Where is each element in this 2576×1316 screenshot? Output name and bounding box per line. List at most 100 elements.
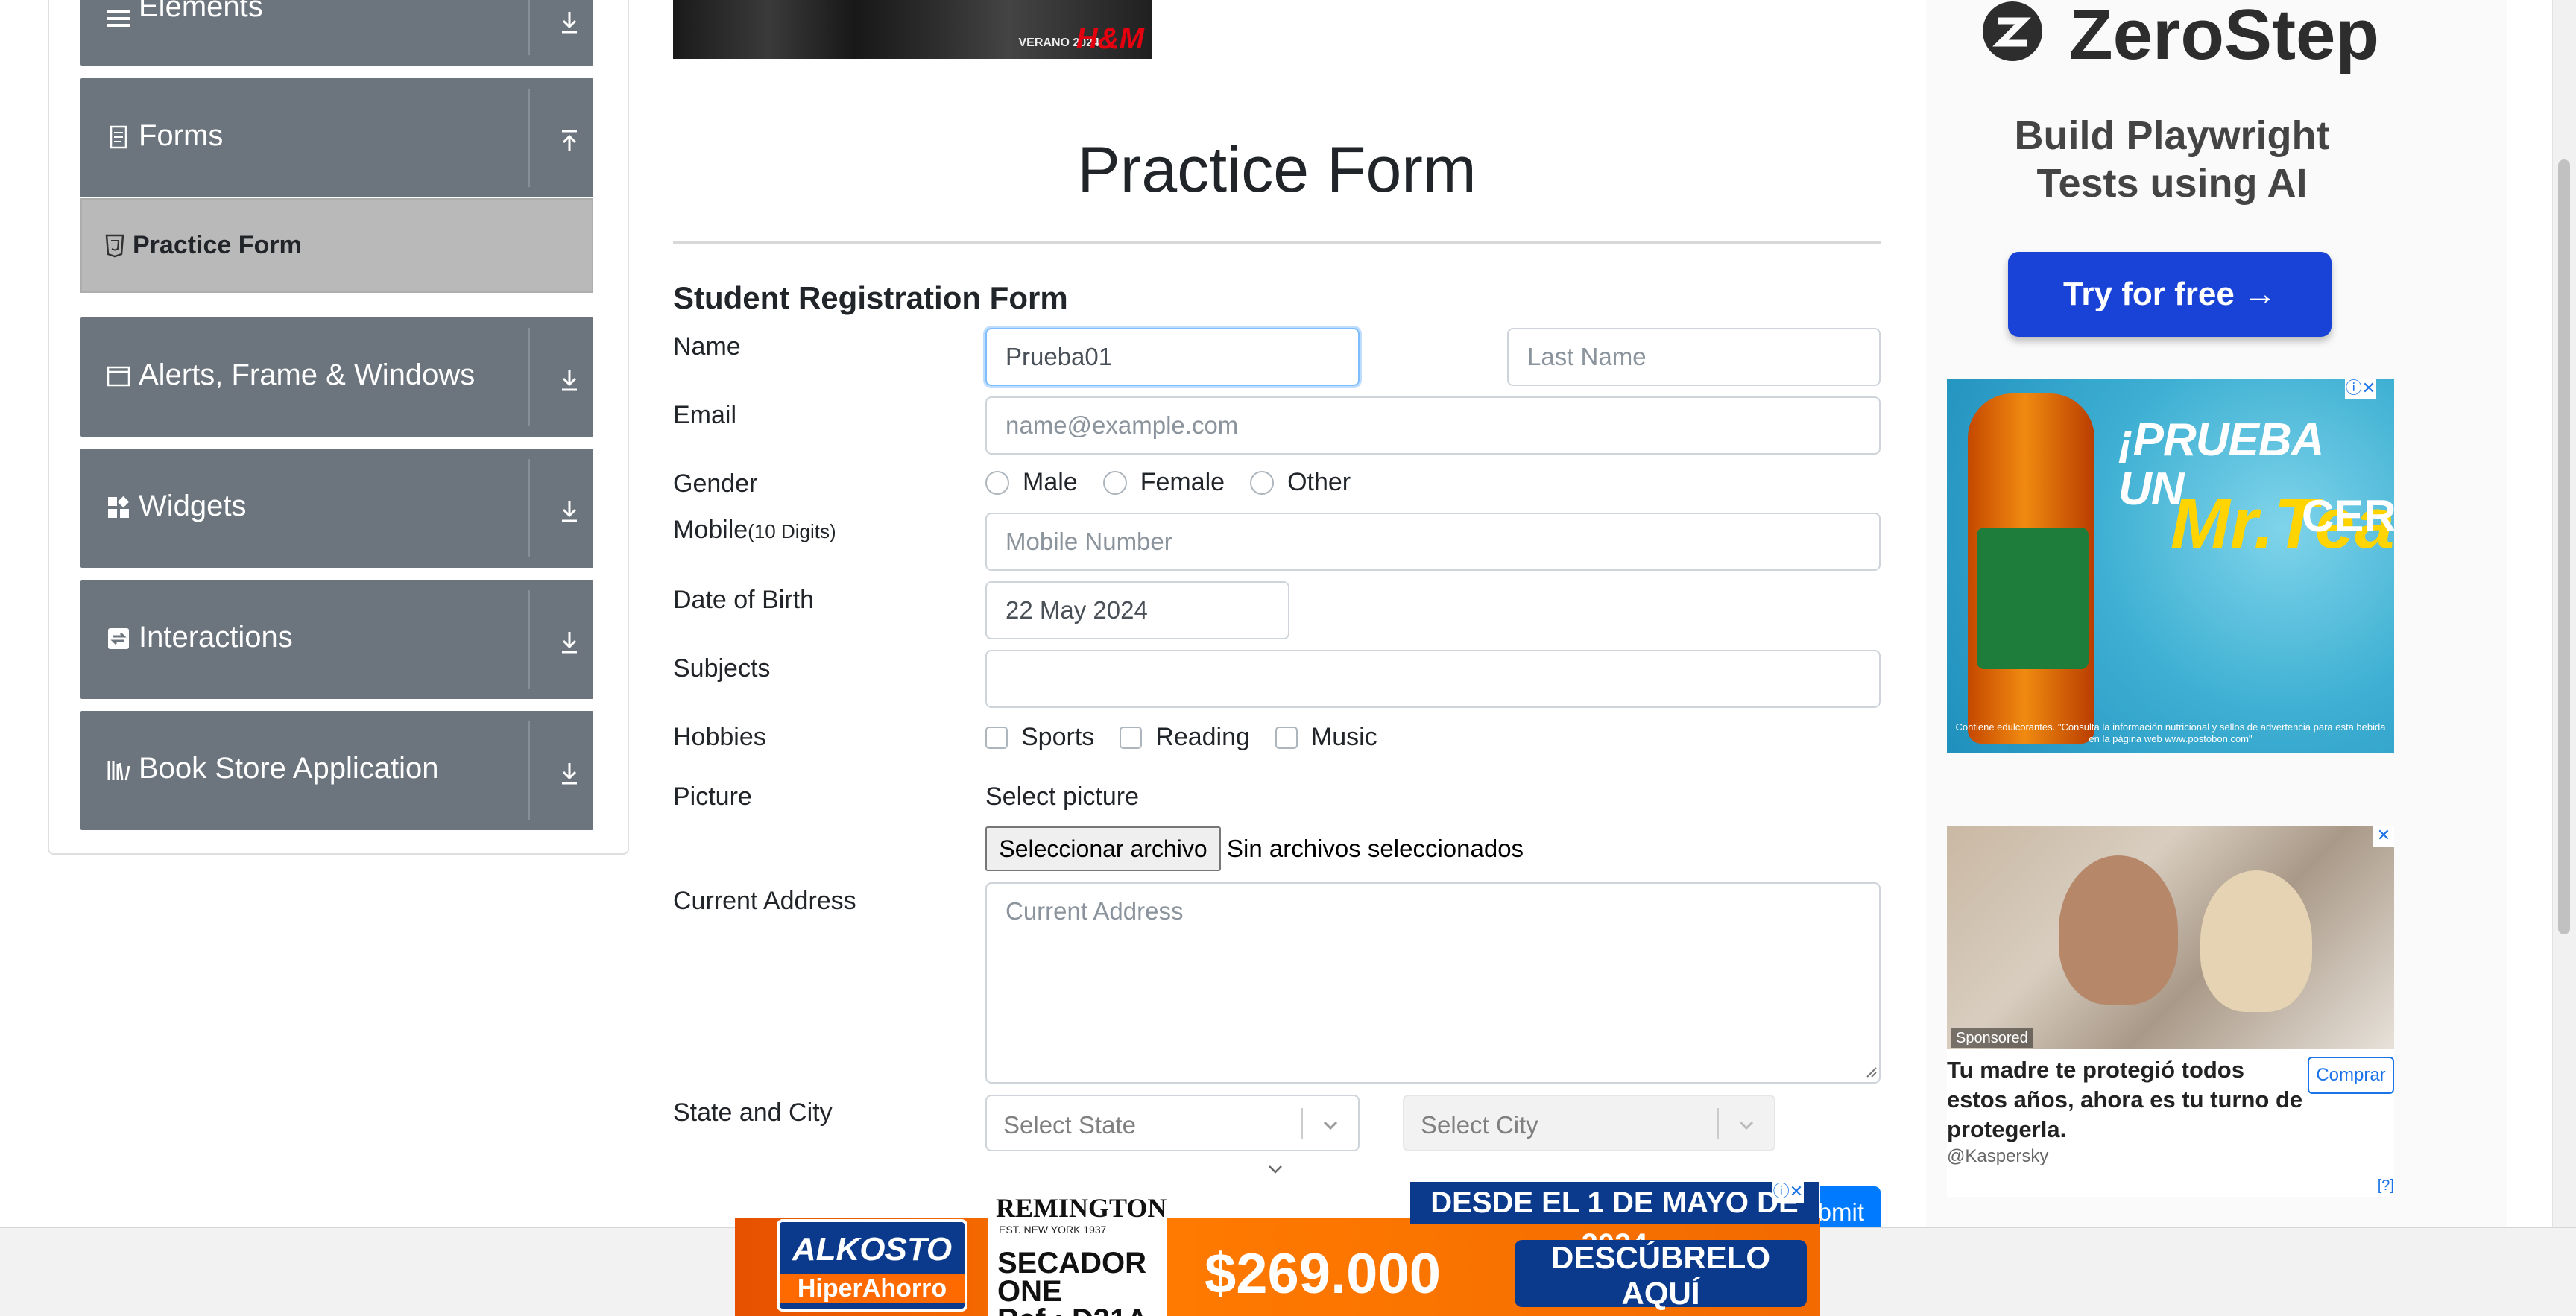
gender-radio-male[interactable]: Male [985, 468, 1078, 497]
sidebar-group-label: Book Store Application [139, 752, 439, 785]
library-icon [107, 761, 130, 781]
comprar-button[interactable]: Comprar [2308, 1057, 2394, 1094]
hobby-checkbox-sports[interactable]: Sports [985, 723, 1094, 752]
email-label: Email [673, 401, 737, 429]
mr-tea-ad[interactable]: ¡PRUEBA UN Mr.Tea CERO Contiene edulcora… [1947, 379, 2394, 753]
checkbox-label: Music [1310, 723, 1377, 751]
banner-logo: H&M [1076, 22, 1144, 55]
current-address-textarea[interactable] [985, 882, 1881, 1084]
ad-choices-icon[interactable]: ⓘ✕ [1772, 1182, 1804, 1203]
zerostep-logo-icon [1983, 1, 2042, 61]
sidebar-group-elements[interactable]: Elements [80, 0, 593, 66]
descubrelo-button[interactable]: DESCÚBRELO AQUÍ [1515, 1240, 1807, 1311]
subjects-input[interactable] [985, 650, 1881, 708]
zerostep-tagline: Build Playwright Tests using AI [1948, 112, 2396, 207]
mobile-label-text: Mobile [673, 516, 748, 544]
document-icon [110, 125, 127, 149]
product-maker-sub: EST. NEW YORK 1937 [999, 1224, 1107, 1236]
city-select[interactable]: Select City [1403, 1095, 1775, 1151]
state-select[interactable]: Select State [985, 1095, 1360, 1151]
chevron-down-icon[interactable] [1319, 1114, 1342, 1136]
checkbox-box[interactable] [985, 726, 1008, 749]
product-price: $269.000 [1205, 1242, 1441, 1306]
file-status-text: Sin archivos seleccionados [1227, 835, 1524, 862]
hobbies-label: Hobbies [673, 723, 766, 751]
kaspersky-ad-headline: Tu madre te protegió todos estos años, a… [1947, 1057, 2303, 1142]
collapse-arrow-icon[interactable] [555, 126, 584, 156]
select-separator [1717, 1108, 1719, 1139]
html5-icon [105, 234, 124, 258]
radio-circle[interactable] [1102, 470, 1127, 495]
product-name-line2: Ref.: D31A [997, 1305, 1167, 1316]
radio-label: Male [1023, 468, 1078, 496]
gender-radio-female[interactable]: Female [1102, 468, 1225, 497]
ad-info-link[interactable]: [?] [2378, 1177, 2394, 1195]
chevron-down-icon[interactable] [1735, 1114, 1758, 1136]
sidebar-group-label: Widgets [139, 490, 247, 522]
state-city-label: State and City [673, 1098, 833, 1127]
name-label: Name [673, 332, 741, 361]
group-divider [528, 328, 530, 426]
hobbies-checkbox-group: Sports Reading Music [985, 723, 1403, 752]
resize-grip-icon[interactable] [1863, 1064, 1877, 1078]
state-select-placeholder: Select State [1003, 1111, 1136, 1139]
scrollbar-thumb[interactable] [2558, 159, 2570, 934]
sidebar-item-practice-form[interactable]: Practice Form [80, 198, 593, 293]
ad-choices-icon[interactable]: ⓘ✕ [2345, 379, 2376, 399]
gender-label: Gender [673, 469, 758, 498]
radio-circle[interactable] [1250, 470, 1275, 495]
sidebar-group-label: Forms [139, 119, 224, 152]
product-name-line1: SECADOR ONE [997, 1247, 1147, 1308]
choose-file-button[interactable]: Seleccionar archivo [985, 826, 1221, 871]
try-for-free-button[interactable]: Try for free → [2008, 252, 2332, 337]
sidebar-group-forms[interactable]: Forms [80, 78, 593, 197]
subjects-label: Subjects [673, 654, 771, 683]
last-name-input[interactable] [1507, 328, 1881, 386]
sidebar-group-book-store-application[interactable]: Book Store Application [80, 711, 593, 830]
tea-ad-brand-sub: CERO [2302, 491, 2394, 541]
promo-date-banner: DESDE EL 1 DE MAYO DE 2024 [1410, 1182, 1819, 1261]
sidebar-group-interactions[interactable]: Interactions [80, 580, 593, 699]
top-banner-ad[interactable]: VERANO 2024 H&M [673, 0, 1152, 59]
current-address-label: Current Address [673, 887, 856, 915]
picture-label: Picture [673, 782, 752, 811]
mobile-number-input[interactable] [985, 513, 1881, 571]
email-input[interactable] [985, 396, 1881, 455]
sidebar-group-alerts-frame-windows[interactable]: Alerts, Frame & Windows [80, 317, 593, 437]
kaspersky-ad[interactable]: Sponsored Tu madre te protegió todos est… [1947, 826, 2394, 1197]
date-of-birth-input[interactable] [985, 581, 1289, 639]
gender-radio-other[interactable]: Other [1250, 468, 1351, 497]
checkbox-label: Sports [1021, 723, 1095, 751]
hobby-checkbox-reading[interactable]: Reading [1120, 723, 1250, 752]
chevron-down-icon [1269, 1165, 1282, 1174]
radio-label: Female [1140, 468, 1225, 496]
alkosto-logo: ALKOSTO HiperAhorro [777, 1219, 967, 1312]
kaspersky-ad-photo [1947, 826, 2394, 1049]
product-name: SECADOR ONE Ref.: D31A [997, 1247, 1167, 1316]
close-icon[interactable]: ✕ [2373, 826, 2394, 847]
tea-bottle-label [1977, 528, 2089, 669]
alkosto-ad[interactable]: ALKOSTO HiperAhorro REMINGTON EST. NEW Y… [735, 1182, 1820, 1316]
sidebar-group-widgets[interactable]: Widgets [80, 449, 593, 568]
zerostep-tagline-line1: Build Playwright [2014, 113, 2330, 158]
radio-circle[interactable] [985, 470, 1009, 495]
product-info: REMINGTON EST. NEW YORK 1937 SECADOR ONE… [988, 1189, 1167, 1316]
mobile-label-hint: (10 Digits) [748, 520, 836, 542]
dob-label: Date of Birth [673, 586, 814, 614]
sponsored-label: Sponsored [1951, 1028, 2033, 1048]
expand-arrow-icon[interactable] [555, 627, 584, 657]
expand-arrow-icon[interactable] [555, 759, 584, 788]
first-name-input[interactable] [985, 328, 1360, 386]
expand-arrow-icon[interactable] [555, 496, 584, 526]
sidebar-group-label: Elements [139, 0, 263, 23]
checkbox-box[interactable] [1275, 726, 1298, 749]
group-divider [528, 89, 530, 187]
expand-arrow-icon[interactable] [555, 365, 584, 395]
page-title: Practice Form [1077, 134, 1477, 206]
kaspersky-ad-advertiser: @Kaspersky [1947, 1146, 2049, 1166]
expand-arrow-icon[interactable] [555, 7, 584, 37]
select-picture-caption: Select picture [985, 782, 1139, 811]
hobby-checkbox-music[interactable]: Music [1275, 723, 1377, 752]
checkbox-box[interactable] [1120, 726, 1143, 749]
gender-radio-group: Male Female Other [985, 468, 1376, 497]
